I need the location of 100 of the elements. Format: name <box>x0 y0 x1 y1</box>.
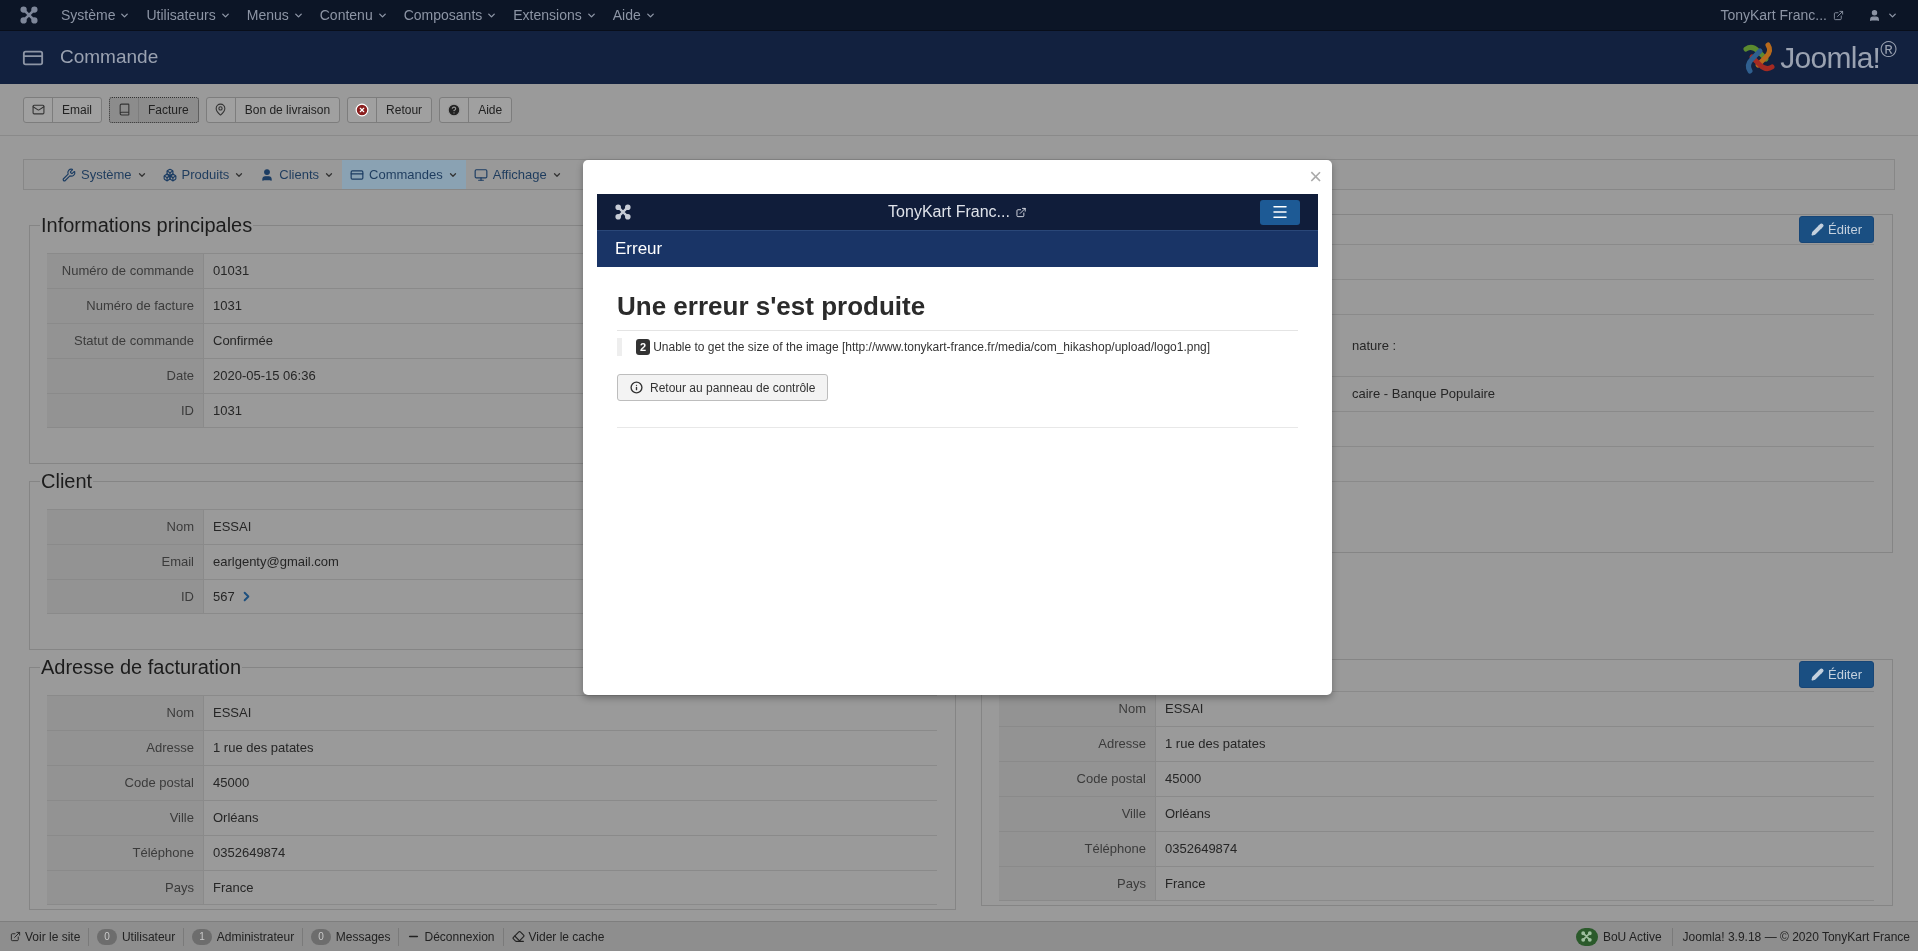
submenu-item[interactable]: Commandes <box>342 160 466 189</box>
field-label: Numéro de facture <box>86 297 194 316</box>
field-label: Ville <box>169 809 194 828</box>
toolbar-button[interactable]: Aide <box>439 96 513 123</box>
field-value: earlgenty@gmail.com <box>213 553 339 572</box>
error-heading: Une erreur s'est produite <box>617 291 926 321</box>
user-menu[interactable] <box>1868 8 1898 22</box>
status-badge: BoU Active <box>1575 927 1672 946</box>
field-label: Date <box>166 367 194 386</box>
field-value: 1 rue des patates <box>213 739 314 758</box>
edit-button[interactable]: Éditer <box>1799 216 1874 243</box>
cubes-icon <box>162 167 177 182</box>
field-value: ESSAI <box>213 704 252 723</box>
field-value: 01031 <box>213 262 250 281</box>
submenu-item[interactable]: Produits <box>154 160 253 189</box>
status-link[interactable]: Messages <box>335 927 391 946</box>
menu-item[interactable]: Menus <box>239 4 311 26</box>
eraser-icon <box>511 930 525 943</box>
section-title: Adresse de facturation <box>41 655 242 679</box>
menu-item[interactable]: Aide <box>605 4 663 26</box>
wrench-icon <box>62 167 76 182</box>
field-label: Code postal <box>124 774 194 793</box>
field-value: 1031 <box>213 401 242 420</box>
status-link[interactable]: Utilisateur <box>121 927 176 946</box>
field-value: 45000 <box>1165 770 1202 789</box>
field-label: ID <box>181 401 194 420</box>
external-link-icon <box>1015 206 1027 218</box>
submenu-item[interactable]: Affichage <box>465 160 570 189</box>
edit-button[interactable]: Éditer <box>1799 661 1874 688</box>
field-value: nature : <box>1352 336 1397 355</box>
error-message: Unable to get the size of the image [http://www.tonykart-france.fr/media/com_hikashop/upload/logo1.png] <box>653 339 1211 356</box>
help-icon <box>447 102 462 117</box>
pencil-icon <box>1811 223 1825 236</box>
field-label: Pays <box>165 878 194 897</box>
field-label: Numéro de commande <box>61 262 194 281</box>
count-badge: 0 <box>97 928 117 945</box>
submenu-item[interactable]: Clients <box>252 160 343 189</box>
field-value: 0352649874 <box>213 844 286 863</box>
envelope-icon <box>31 103 45 116</box>
field-label: Nom <box>166 704 194 723</box>
menu-item[interactable]: Contenu <box>312 4 395 26</box>
field-value: France <box>213 878 254 897</box>
field-value: 1 rue des patates <box>1165 735 1266 754</box>
field-label: Statut de commande <box>74 332 194 351</box>
site-link[interactable]: TonyKart Franc... <box>888 200 1027 224</box>
monitor-icon <box>473 167 488 182</box>
user-icon <box>1868 8 1881 22</box>
menu-item[interactable]: Utilisateurs <box>139 4 238 26</box>
field-label: Nom <box>1118 700 1146 719</box>
field-label: ID <box>181 587 194 606</box>
field-value: Orléans <box>1165 805 1211 824</box>
status-link[interactable]: Voir le site <box>25 927 81 946</box>
count-badge: 0 <box>311 928 331 945</box>
menu-item[interactable]: Composants <box>396 4 505 26</box>
menu-icon <box>1271 203 1289 221</box>
field-label: Téléphone <box>132 844 194 863</box>
toolbar-button[interactable]: Facture <box>109 96 199 123</box>
external-link-icon <box>1833 9 1844 21</box>
field-value: ESSAI <box>213 518 252 537</box>
book-icon <box>117 103 131 116</box>
field-value: Confirmée <box>213 332 273 351</box>
field-label: Pays <box>1117 874 1146 893</box>
toolbar-button[interactable]: Email <box>23 96 102 123</box>
menu-item[interactable]: Système <box>54 4 138 26</box>
version-text: Joomla! 3.9.18 — © 2020 TonyKart France <box>1671 927 1910 946</box>
field-value: 2020-05-15 06:36 <box>213 367 316 386</box>
field-value: 1031 <box>213 297 242 316</box>
user-icon <box>260 167 275 182</box>
brand-name: Joomla!$^{®}$ <box>1780 35 1896 76</box>
status-link[interactable]: Déconnexion <box>424 927 495 946</box>
field-label: Téléphone <box>1084 840 1146 859</box>
field-value: 567 <box>213 587 235 606</box>
menu-item[interactable]: Extensions <box>506 4 604 26</box>
field-label: Nom <box>166 518 194 537</box>
info-icon <box>630 381 643 394</box>
field-value: 0352649874 <box>1165 840 1238 859</box>
modal-title: Erreur <box>615 238 663 261</box>
count-badge: 1 <box>192 928 212 945</box>
toolbar-button[interactable]: Bon de livraison <box>205 96 341 123</box>
site-link[interactable]: TonyKart Franc... <box>1720 4 1844 26</box>
cancel-icon <box>355 102 370 117</box>
menu-button[interactable] <box>1260 199 1300 225</box>
field-label: Code postal <box>1076 770 1146 789</box>
map-pin-icon <box>214 103 228 116</box>
submenu-item[interactable]: Système <box>54 160 155 189</box>
field-value: Orléans <box>213 809 259 828</box>
section-title: Client <box>41 469 93 493</box>
external-link-icon <box>10 931 21 942</box>
field-label: Adresse <box>146 739 194 758</box>
field-value: 45000 <box>213 774 250 793</box>
page-title: Commande <box>60 45 159 70</box>
toolbar-button[interactable]: Retour <box>347 96 433 123</box>
status-link[interactable]: Administrateur <box>216 927 295 946</box>
field-value: caire - Banque Populaire <box>1352 385 1496 404</box>
field-label: Email <box>161 553 194 572</box>
back-button[interactable]: Retour au panneau de contrôle <box>617 374 829 401</box>
status-link[interactable]: Vider le cache <box>528 927 605 946</box>
field-label: Ville <box>1121 805 1146 824</box>
field-value: France <box>1165 874 1206 893</box>
pencil-icon <box>1811 668 1825 681</box>
